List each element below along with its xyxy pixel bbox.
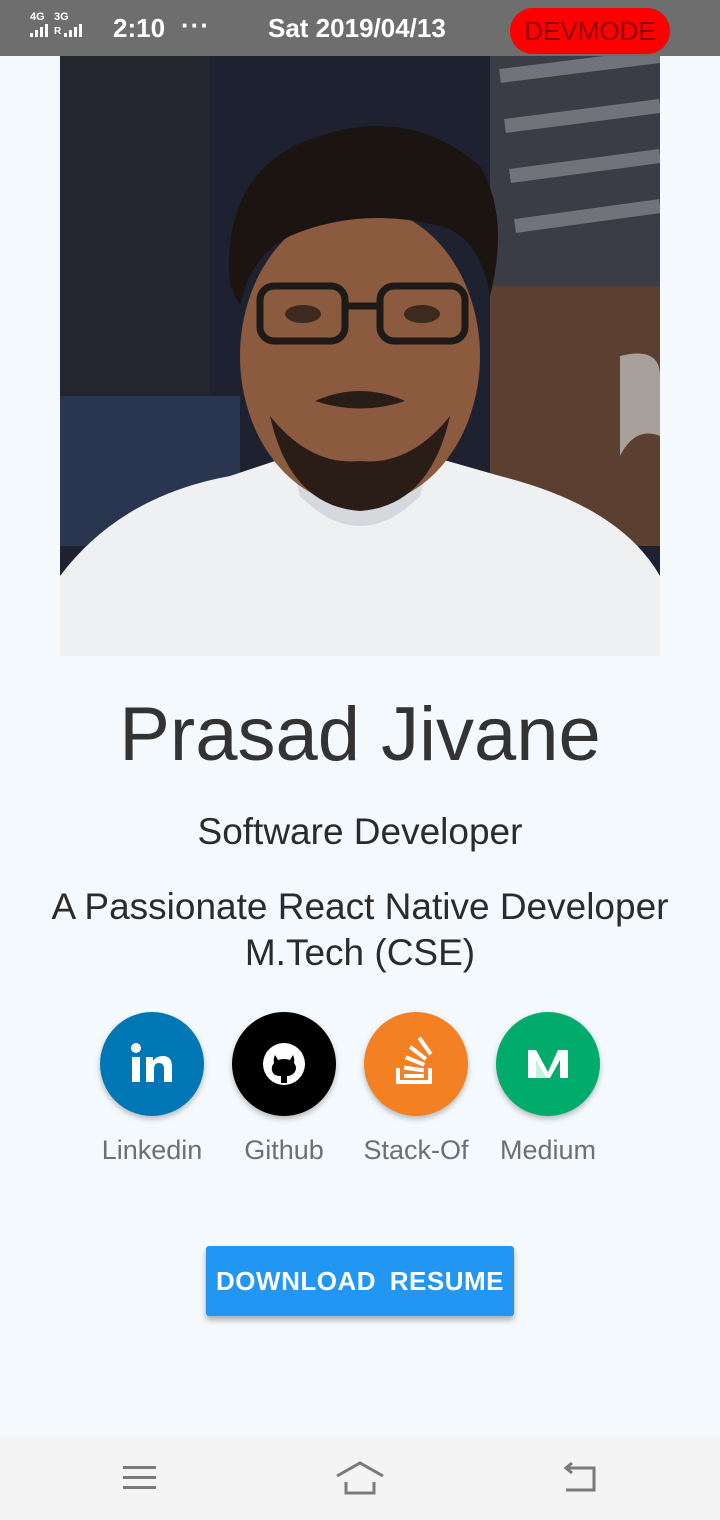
profile-role: Software Developer <box>197 811 523 852</box>
back-icon[interactable] <box>550 1456 610 1500</box>
signal-indicators: 4G 3G R <box>30 11 83 37</box>
download-resume-button[interactable]: DOWNLOAD RESUME <box>206 1246 514 1316</box>
roaming-label: R <box>54 26 62 37</box>
date: Sat 2019/04/13 <box>268 13 446 43</box>
signal-3g: 3G R <box>54 11 83 37</box>
github-button[interactable]: Github <box>214 1012 354 1166</box>
menu-icon[interactable] <box>110 1456 170 1500</box>
description-line-1: A Passionate React Native Developer <box>51 886 669 927</box>
profile-name: Prasad Jivane <box>119 692 601 777</box>
profile-photo-illustration <box>60 56 660 656</box>
devmode-badge[interactable]: DEVMODE <box>510 8 670 54</box>
medium-icon[interactable] <box>496 1012 600 1116</box>
profile-photo <box>60 56 660 656</box>
signal-bars-icon <box>30 23 48 37</box>
clock: 2:10 <box>113 13 166 43</box>
github-label[interactable]: Github <box>244 1134 324 1166</box>
more-notifications-icon: ··· <box>181 10 210 40</box>
signal-4g: 4G <box>30 12 48 37</box>
network-type-label: 3G <box>54 11 69 23</box>
navigation-bar <box>0 1436 720 1520</box>
medium-button[interactable]: Medium <box>478 1012 618 1166</box>
stackoverflow-icon[interactable] <box>364 1012 468 1116</box>
stackoverflow-label[interactable]: Stack-Of <box>363 1134 468 1166</box>
home-icon[interactable] <box>330 1456 390 1500</box>
status-bar: 4G 3G R 2:10 ··· Sat 2019/04/13 DEVMODE <box>0 0 720 56</box>
social-links: Linkedin Github Stack-Of Medium <box>0 1012 720 1172</box>
linkedin-icon[interactable] <box>100 1012 204 1116</box>
stackoverflow-button[interactable]: Stack-Of <box>346 1012 486 1166</box>
github-icon[interactable] <box>232 1012 336 1116</box>
linkedin-label[interactable]: Linkedin <box>102 1134 203 1166</box>
medium-label[interactable]: Medium <box>500 1134 596 1166</box>
network-type-label: 4G <box>30 11 45 23</box>
linkedin-button[interactable]: Linkedin <box>82 1012 222 1166</box>
signal-bars-icon: R <box>54 23 83 37</box>
profile-description: A Passionate React Native Developer M.Te… <box>0 884 720 976</box>
description-line-2: M.Tech (CSE) <box>244 932 476 973</box>
